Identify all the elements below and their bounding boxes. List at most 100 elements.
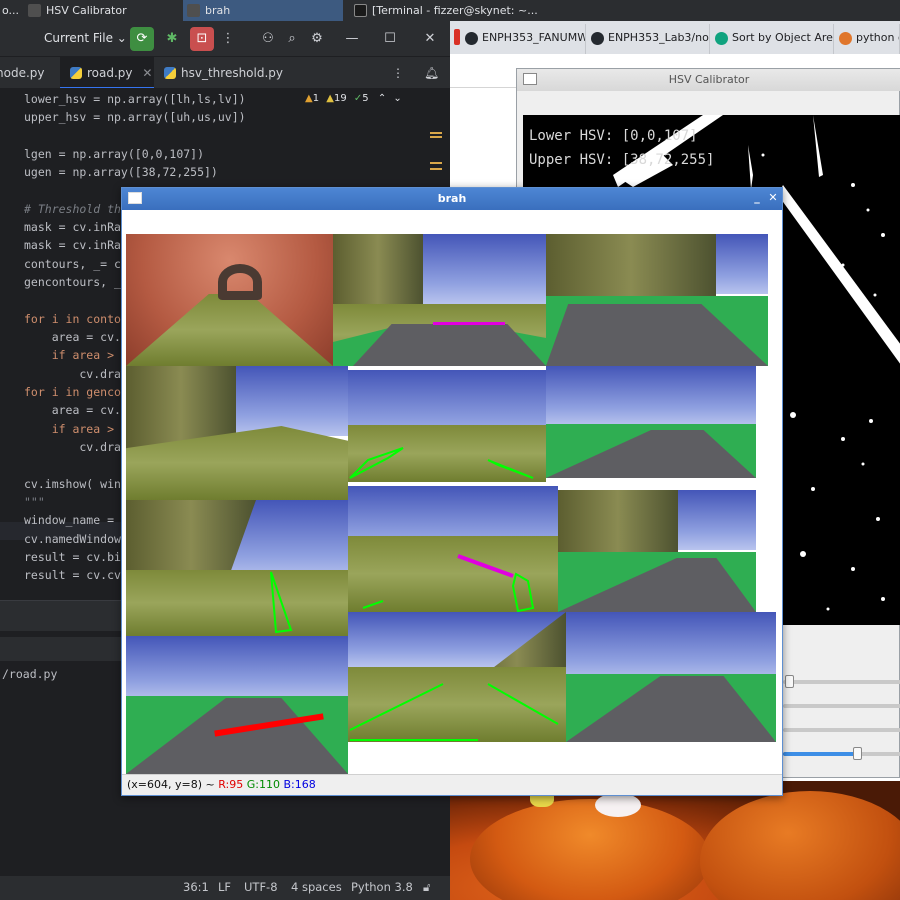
code-line: area = cv.c: [24, 403, 128, 417]
red-value: R:95: [218, 778, 244, 791]
search-icon[interactable]: ⌕: [280, 27, 304, 51]
code-line: gencontours, _=: [24, 275, 128, 289]
frame-tile: [348, 486, 558, 612]
taskbar-item-terminal[interactable]: [Terminal - fizzer@skynet: ~...: [350, 0, 550, 21]
frame-tile: [126, 366, 348, 500]
contour-overlay: [362, 554, 535, 612]
blue-value: B:168: [283, 778, 316, 791]
contour-overlay: [270, 571, 293, 634]
sky: [566, 612, 776, 682]
browser-tab-label: ENPH353_FANUMW...: [482, 31, 586, 44]
code-line: upper_hsv = np.array([uh,us,uv]): [24, 110, 246, 124]
file-encoding[interactable]: UTF-8: [244, 880, 278, 894]
editor-tabs: node.py road.py ✕ hsv_threshold.py ⋮ 🔔︎: [0, 56, 450, 89]
slider-lower-h[interactable]: [783, 675, 900, 688]
chevron-up-icon[interactable]: ⌃: [378, 93, 386, 104]
code-line: cv.draw: [24, 367, 128, 381]
slider-fill: [783, 752, 859, 756]
browser-tab[interactable]: ENPH353_Lab3/node...: [586, 24, 710, 54]
window-titlebar[interactable]: brah _ ✕: [122, 188, 782, 210]
maximize-button[interactable]: ☐: [378, 27, 402, 51]
frame-tile: [348, 612, 566, 742]
code-line: # Threshold the: [24, 202, 128, 216]
close-button[interactable]: ✕: [418, 27, 442, 51]
slider-knob[interactable]: [853, 747, 862, 760]
line-separator[interactable]: LF: [218, 880, 231, 894]
debug-icon[interactable]: ✱: [160, 27, 184, 51]
browser-tab-label: ENPH353_Lab3/node...: [608, 31, 709, 44]
add-user-icon[interactable]: ⚇: [256, 27, 280, 51]
warning-marker: [430, 132, 442, 134]
window-title: HSV Calibrator: [668, 73, 750, 86]
tab-label: node.py: [0, 66, 45, 80]
chevron-down-icon[interactable]: ⌄: [393, 93, 401, 104]
green-value: G:110: [246, 778, 280, 791]
tabs-menu-icon[interactable]: ⋮: [392, 57, 406, 89]
warning-marker: [430, 162, 442, 164]
code-line: if area > 1: [24, 348, 128, 362]
code-line: for i in contou: [24, 312, 128, 326]
slider-lower-v[interactable]: [783, 728, 900, 732]
stop-button[interactable]: ⊡: [190, 27, 214, 51]
minimize-button[interactable]: —: [340, 27, 364, 51]
code-line: area = cv.c: [24, 330, 128, 344]
slider-knob[interactable]: [785, 675, 794, 688]
frame-tile: [126, 500, 348, 636]
lower-hsv-label: Lower HSV: [0,0,107]: [529, 128, 698, 144]
magenta-line: [433, 322, 505, 325]
browser-tab[interactable]: ENPH353_FANUMW...: [460, 24, 586, 54]
sky: [126, 636, 348, 701]
browser-tab-strip: ENPH353_FANUMW... ENPH353_Lab3/node... S…: [450, 21, 900, 54]
lock-icon[interactable]: 🔓︎: [423, 880, 430, 895]
upper-hsv-label: Upper HSV: [38,72,255]: [529, 152, 715, 168]
run-config-selector[interactable]: Current File ⌄: [44, 31, 127, 45]
indent-setting[interactable]: 4 spaces: [291, 880, 342, 894]
notifications-icon[interactable]: 🔔︎: [424, 57, 442, 89]
code-line: """: [24, 495, 45, 509]
frame-tile: [546, 234, 768, 366]
cliff: [546, 234, 716, 304]
browser-tab[interactable]: Sort by Object Area: [710, 24, 834, 54]
tab-label: hsv_threshold.py: [181, 66, 284, 80]
page-image: [450, 781, 900, 900]
code-line: mask = cv.inRan: [24, 238, 128, 252]
minimize-button[interactable]: _: [750, 191, 764, 205]
contour-overlay: [349, 447, 534, 479]
ide-toolbar: Current File ⌄ ⟳ ✱ ⊡ ⋮ ⚇ ⌕ ⚙ — ☐ ✕: [0, 21, 450, 56]
frame-tile: [546, 366, 756, 478]
code-line: cv.draw: [24, 440, 128, 454]
pixel-info-bar: (x=604, y=8) ~ R:95 G:110 B:168: [122, 774, 782, 795]
frame-tile: [566, 612, 776, 742]
tab-label: road.py: [87, 66, 133, 80]
taskbar-item-ide[interactable]: o...: [0, 0, 24, 21]
browser-tab[interactable]: python op...: [834, 24, 900, 54]
slider-lower-s[interactable]: [783, 704, 900, 708]
run-config-label: Current File: [44, 31, 113, 45]
frame-tile: [333, 234, 546, 366]
tab-hsv-threshold-py[interactable]: hsv_threshold.py: [156, 57, 296, 89]
tab-node-py[interactable]: node.py: [0, 57, 58, 89]
inspection-widget[interactable]: ▲1 ▲19 ✓5 ⌃ ⌄: [305, 93, 402, 104]
close-tab-icon[interactable]: ✕: [142, 66, 152, 80]
slider-upper-h[interactable]: [783, 747, 900, 760]
rerun-button[interactable]: ⟳: [130, 27, 154, 51]
tab-road-py[interactable]: road.py ✕: [60, 57, 154, 89]
code-line: cv.imshow( winna: [24, 477, 135, 491]
code-line: lower_hsv = np.array([lh,ls,lv]): [24, 92, 246, 106]
caret-position[interactable]: 36:1: [183, 880, 209, 894]
close-button[interactable]: ✕: [766, 191, 780, 205]
terrain: [126, 294, 333, 366]
taskbar-item-hsv-calibrator[interactable]: HSV Calibrator: [24, 0, 174, 21]
frame-tile: [558, 490, 756, 612]
food-shape: [470, 799, 710, 900]
settings-icon[interactable]: ⚙: [305, 27, 329, 51]
mask-pattern: [790, 412, 885, 611]
browser-tab-label: python op...: [856, 31, 899, 44]
weak-warning-icon: ▲: [326, 93, 334, 104]
taskbar-item-brah[interactable]: brah: [183, 0, 343, 21]
contour-overlay: [349, 683, 559, 741]
more-actions-icon[interactable]: ⋮: [216, 27, 240, 51]
interpreter[interactable]: Python 3.8: [351, 880, 413, 894]
frame-tile: [348, 370, 546, 482]
window-titlebar[interactable]: HSV Calibrator: [517, 69, 900, 91]
